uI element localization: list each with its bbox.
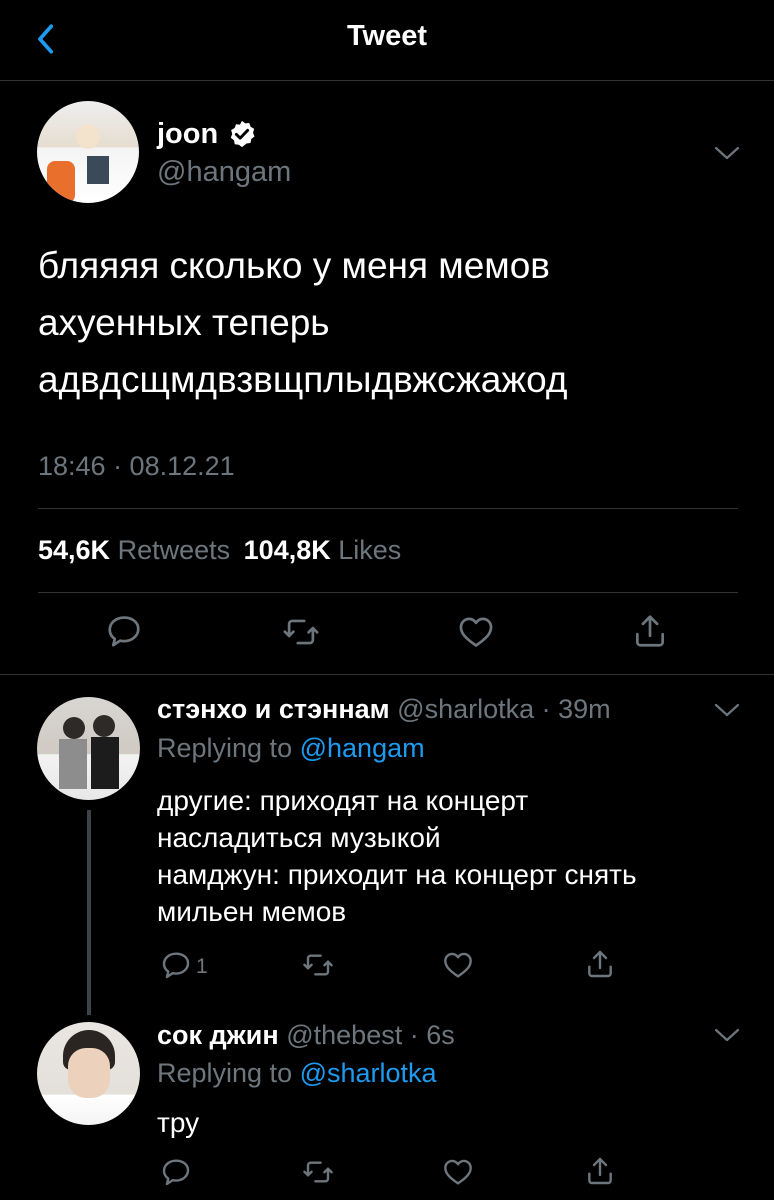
- reply-icon[interactable]: [105, 612, 143, 650]
- tweet-timestamp[interactable]: 18:46 · 08.12.21: [38, 451, 235, 482]
- reply-text: другие: приходят на концерт насладиться …: [157, 782, 747, 930]
- tweet-text-line: бляяяя сколько у меня мемов: [38, 245, 550, 286]
- reply-text-line: другие: приходят на концерт: [157, 785, 529, 816]
- retweet-icon[interactable]: [302, 949, 334, 981]
- author-avatar[interactable]: [37, 101, 139, 203]
- likes-count[interactable]: 104,8K: [244, 535, 331, 565]
- reply-author-name[interactable]: стэнхо и стэннам: [157, 694, 390, 724]
- tweet-text-line: ахуенных теперь: [38, 302, 330, 343]
- reply-text-line: тру: [157, 1107, 200, 1138]
- reply-icon[interactable]: [160, 949, 192, 981]
- reply-avatar[interactable]: [37, 1022, 140, 1125]
- replying-handle-link[interactable]: @hangam: [300, 733, 425, 763]
- share-icon[interactable]: [584, 948, 616, 980]
- replying-to: Replying to @hangam: [157, 733, 425, 764]
- reply-author-handle[interactable]: @thebest: [286, 1020, 402, 1050]
- tweet-stats: 54,6K Retweets 104,8K Likes: [38, 535, 401, 566]
- reply-header: стэнхо и стэннам @sharlotka · 39m: [157, 694, 611, 725]
- like-icon[interactable]: [457, 613, 495, 651]
- replying-prefix: Replying to: [157, 733, 293, 763]
- retweets-count[interactable]: 54,6K: [38, 535, 110, 565]
- reply-header: сок джин @thebest · 6s: [157, 1020, 455, 1051]
- chevron-down-icon[interactable]: [714, 702, 740, 718]
- like-icon[interactable]: [442, 1156, 474, 1188]
- like-icon[interactable]: [442, 949, 474, 981]
- chevron-down-icon[interactable]: [714, 145, 740, 161]
- reply-count[interactable]: 1: [196, 955, 208, 979]
- verified-badge-icon: [230, 120, 255, 148]
- author-name[interactable]: joon: [157, 118, 218, 151]
- reply-text-line: насладиться музыкой: [157, 822, 441, 853]
- share-icon[interactable]: [584, 1155, 616, 1187]
- replying-prefix: Replying to: [157, 1058, 293, 1088]
- likes-label[interactable]: Likes: [338, 535, 401, 565]
- chevron-down-icon[interactable]: [714, 1027, 740, 1043]
- reply-icon[interactable]: [160, 1156, 192, 1188]
- divider: [38, 508, 738, 509]
- reply-text: тру: [157, 1104, 747, 1141]
- share-icon[interactable]: [631, 612, 669, 650]
- replying-to: Replying to @sharlotka: [157, 1058, 437, 1089]
- retweet-icon[interactable]: [282, 613, 320, 651]
- tweet-text-line: адвдсщмдвзвщплыдвжсжажод: [38, 359, 568, 400]
- divider: [38, 592, 738, 593]
- tweet-text: бляяяя сколько у меня мемов ахуенных теп…: [38, 237, 738, 408]
- author-handle[interactable]: @hangam: [157, 156, 291, 189]
- reply-text-line: намджун: приходит на концерт снять: [157, 859, 637, 890]
- reply-author-name[interactable]: сок джин: [157, 1020, 279, 1050]
- retweet-icon[interactable]: [302, 1156, 334, 1188]
- reply-time[interactable]: · 39m: [542, 694, 611, 724]
- replying-handle-link[interactable]: @sharlotka: [300, 1058, 437, 1088]
- retweets-label[interactable]: Retweets: [118, 535, 231, 565]
- reply-time[interactable]: · 6s: [410, 1020, 455, 1050]
- reply-avatar[interactable]: [37, 697, 140, 800]
- reply-author-handle[interactable]: @sharlotka: [397, 694, 534, 724]
- reply-text-line: мильен мемов: [157, 896, 347, 927]
- thread-line: [87, 810, 91, 1015]
- divider: [0, 674, 774, 675]
- page-title: Tweet: [346, 20, 428, 52]
